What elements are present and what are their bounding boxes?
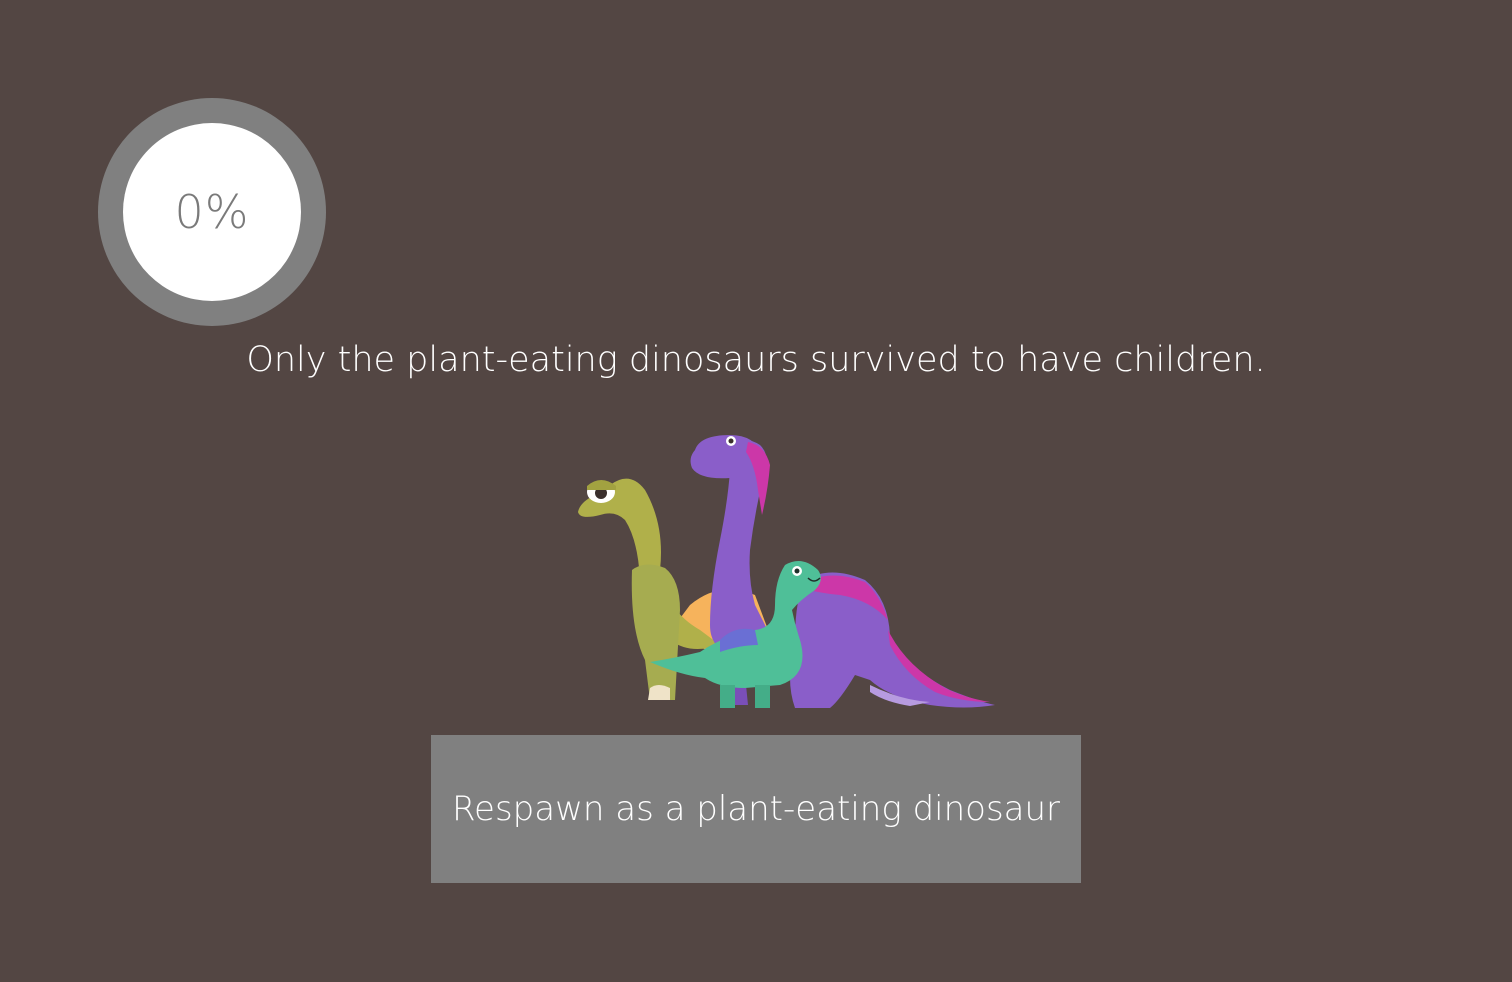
outcome-message: Only the plant-eating dinosaurs survived… [246, 340, 1266, 380]
progress-percent-label: 0% [174, 185, 250, 239]
plant-eating-dinosaurs-illustration [578, 435, 995, 708]
progress-inner-circle: 0% [123, 123, 301, 301]
respawn-button[interactable]: Respawn as a plant-eating dinosaur [431, 735, 1081, 883]
game-screen: 0% Only the plant-eating dinosaurs survi… [0, 0, 1512, 982]
purple-spiky-dinosaur-icon [790, 572, 995, 708]
progress-ring: 0% [98, 98, 326, 326]
